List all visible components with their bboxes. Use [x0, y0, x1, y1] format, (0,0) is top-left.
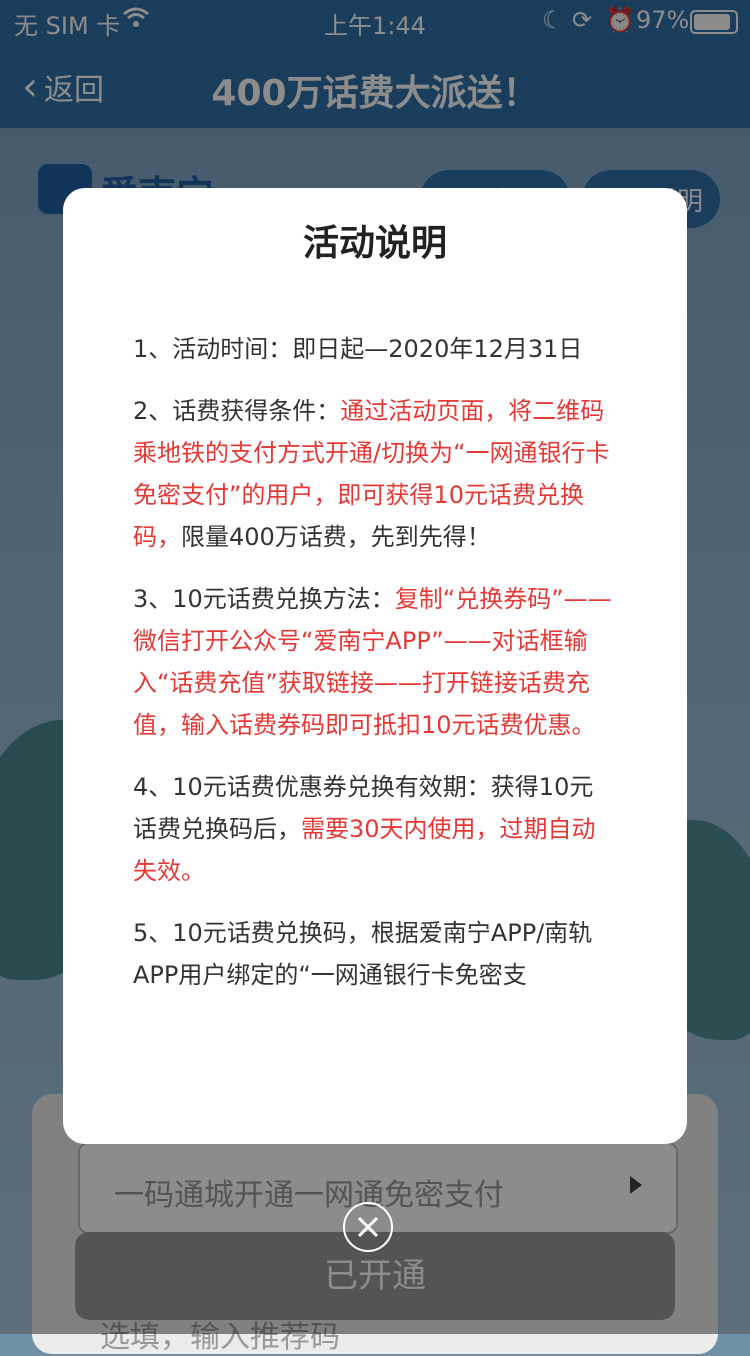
close-button[interactable]: [343, 1202, 393, 1252]
rule-item: 2、话费获得条件：通过活动页面，将二维码乘地铁的支付方式开通/切换为“一网通银行…: [133, 397, 610, 551]
rule-item: 3、10元话费兑换方法：复制“兑换券码”——微信打开公众号“爱南宁APP”——对…: [133, 585, 612, 739]
rule-item: 4、10元话费优惠券兑换有效期：获得10元话费兑换码后，需要30天内使用，过期自…: [133, 773, 596, 885]
rules-modal: 活动说明 1、活动时间：即日起—2020年12月31日 2、话费获得条件：通过活…: [63, 188, 687, 1144]
rule-item: 1、活动时间：即日起—2020年12月31日: [133, 335, 583, 363]
modal-title: 活动说明: [302, 223, 447, 264]
modal-content: 1、活动时间：即日起—2020年12月31日 2、话费获得条件：通过活动页面，将…: [133, 328, 613, 1016]
close-icon: [357, 1216, 379, 1238]
rule-item: 5、10元话费兑换码，根据爱南宁APP/南轨APP用户绑定的“一网通银行卡免密支: [133, 919, 593, 989]
